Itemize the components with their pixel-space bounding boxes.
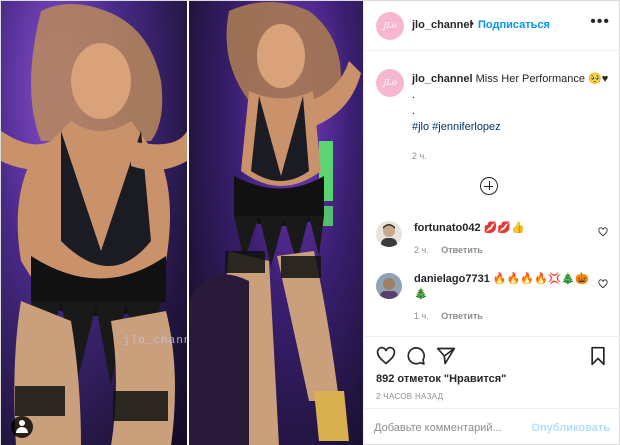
performer-illustration-right <box>189 2 361 445</box>
like-comment-heart-icon[interactable] <box>598 279 608 289</box>
person-icon <box>376 273 402 299</box>
follow-button[interactable]: Подписаться <box>478 19 550 31</box>
person-icon <box>381 224 397 247</box>
comment-meta: 2 ч. Ответить <box>414 245 493 255</box>
post-photo[interactable]: jlo_channel <box>1 1 363 445</box>
posted-time: 2 ЧАСОВ НАЗАД <box>376 392 444 401</box>
likes-count[interactable]: 892 отметок "Нравится" <box>376 373 506 385</box>
caption-body: Miss Her Performance 🥺♥ <box>475 73 609 85</box>
caption-text: jlo_channel Miss Her Performance 🥺♥ . . … <box>412 71 612 135</box>
add-comment-bar: Опубликовать <box>364 408 620 445</box>
publish-button[interactable]: Опубликовать <box>531 422 610 434</box>
author-avatar[interactable] <box>376 12 404 40</box>
caption-avatar[interactable] <box>376 69 404 97</box>
like-heart-icon[interactable] <box>376 346 396 366</box>
comment-username[interactable]: fortunato042 <box>414 222 481 234</box>
comment-time: 2 ч. <box>414 245 429 255</box>
caption-dot-line: . <box>412 105 416 117</box>
comment-bubble-icon[interactable] <box>406 346 426 366</box>
post-actions: 892 отметок "Нравится" 2 ЧАСОВ НАЗАД Опу… <box>364 336 620 445</box>
photo-watermark: jlo_channel <box>123 335 187 347</box>
reply-button[interactable]: Ответить <box>441 311 483 321</box>
load-more-comments-icon[interactable] <box>480 177 498 195</box>
photo-panel-left: jlo_channel <box>1 1 187 445</box>
post-header: jlo_channel • Подписаться ••• <box>364 1 620 51</box>
post-dialog: jlo_channel <box>0 0 620 445</box>
caption-time: 2 ч. <box>412 151 427 161</box>
performer-illustration-left <box>1 3 187 445</box>
commenter-avatar[interactable] <box>376 221 402 247</box>
header-separator: • <box>470 18 474 30</box>
caption-username[interactable]: jlo_channel <box>412 73 473 85</box>
save-bookmark-icon[interactable] <box>588 346 608 366</box>
photo-panel-right <box>189 1 363 445</box>
more-dots-icon[interactable]: ••• <box>590 13 610 31</box>
comment-username[interactable]: danielago7731 <box>414 273 490 285</box>
comment-body: fortunato042 💋💋👍 <box>414 221 594 236</box>
comment-meta: 1 ч. Ответить <box>414 311 493 321</box>
comment-input[interactable] <box>374 419 524 437</box>
caption-hashtags[interactable]: #jlo #jenniferlopez <box>412 119 612 135</box>
share-paper-plane-icon[interactable] <box>436 346 456 366</box>
reply-button[interactable]: Ответить <box>441 245 483 255</box>
comment-text: 💋💋👍 <box>483 222 525 234</box>
caption-dot-line: . <box>412 89 416 101</box>
commenter-avatar[interactable] <box>376 273 402 299</box>
author-username[interactable]: jlo_channel <box>412 19 473 31</box>
tagged-users-icon[interactable] <box>11 416 33 438</box>
comment-time: 1 ч. <box>414 311 429 321</box>
like-comment-heart-icon[interactable] <box>598 227 608 237</box>
post-sidebar: jlo_channel • Подписаться ••• jlo_channe… <box>363 1 620 445</box>
comment-body: danielago7731 🔥🔥🔥🔥💢🎄🎃🎄 <box>414 272 594 302</box>
